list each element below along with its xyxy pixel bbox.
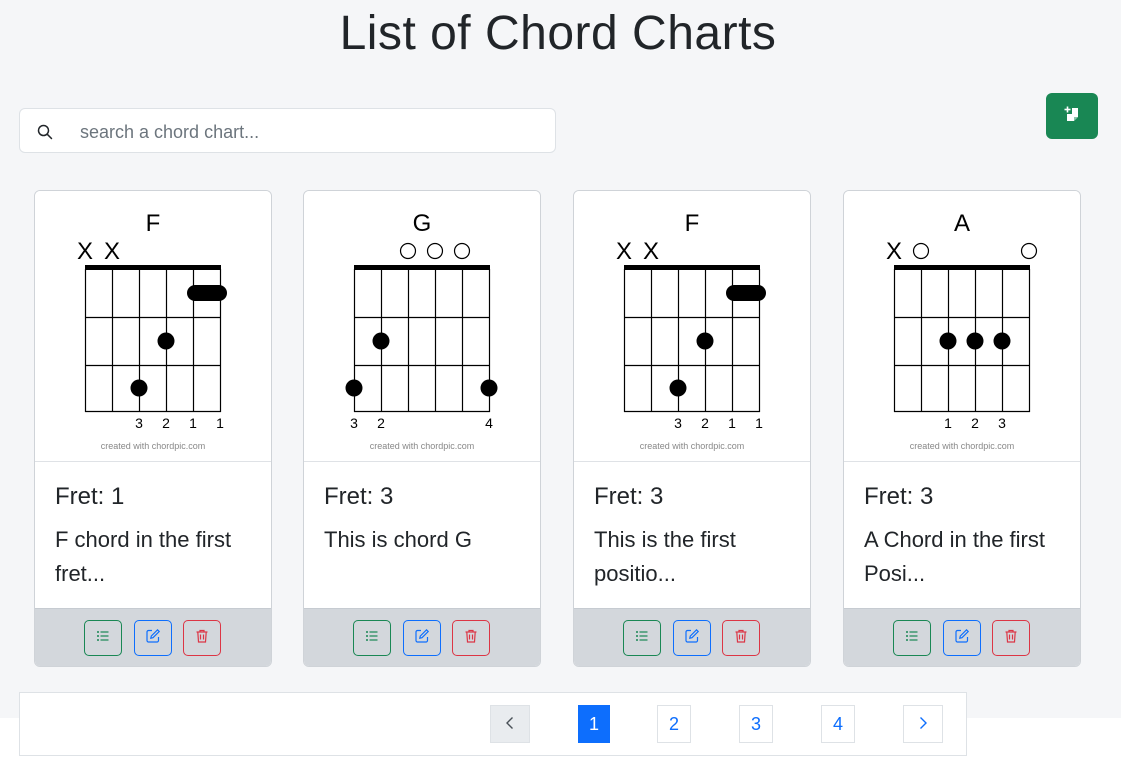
card-fret: Fret: 1 — [55, 483, 125, 510]
chord-diagram: F X X 3 2 1 1 created with chordpic.com — [35, 191, 271, 462]
pagination-page-3[interactable]: 3 — [739, 705, 773, 743]
delete-button[interactable] — [722, 620, 760, 656]
list-icon — [364, 628, 380, 649]
string-marker: X — [616, 238, 632, 265]
chord-name: F — [146, 210, 161, 237]
finger-label: 3 — [350, 415, 358, 431]
finger-label: 4 — [485, 415, 493, 431]
chord-card: A X 1 2 3 created with chordpic.com Fret… — [843, 190, 1081, 667]
delete-button[interactable] — [452, 620, 490, 656]
chord-card: G 3 2 4 created with chordpic.com Fret: … — [303, 190, 541, 667]
edit-icon — [145, 628, 161, 649]
delete-button[interactable] — [183, 620, 221, 656]
pagination-next[interactable] — [903, 705, 943, 743]
view-button[interactable] — [84, 620, 122, 656]
card-fret: Fret: 3 — [324, 483, 394, 510]
page-title: List of Chord Charts — [339, 7, 777, 60]
card-description: F chord in the first fret... — [55, 527, 232, 586]
delete-button[interactable] — [992, 620, 1030, 656]
chevron-right-icon — [916, 714, 930, 735]
string-marker: X — [886, 238, 902, 265]
finger-label: 1 — [755, 415, 763, 431]
string-marker: X — [104, 238, 120, 265]
search-input[interactable] — [78, 115, 542, 149]
finger-label: 2 — [971, 415, 979, 431]
search-icon — [37, 124, 53, 140]
list-icon — [634, 628, 650, 649]
card-fret: Fret: 3 — [594, 483, 664, 510]
finger-label: 1 — [216, 415, 224, 431]
edit-button[interactable] — [943, 620, 981, 656]
finger-label: 2 — [162, 415, 170, 431]
pagination-page-1[interactable]: 1 — [578, 705, 610, 743]
pagination-prev[interactable] — [490, 705, 530, 743]
card-footer — [304, 608, 540, 666]
view-button[interactable] — [893, 620, 931, 656]
card-description: A Chord in the first Posi... — [864, 527, 1045, 586]
finger-label: 1 — [944, 415, 952, 431]
card-footer — [574, 608, 810, 666]
chord-name: A — [954, 210, 970, 237]
add-chord-chart-button[interactable] — [1046, 93, 1098, 139]
add-chart-icon — [1062, 104, 1082, 129]
chord-diagram: F X X 3 2 1 1 created with chordpic.com — [574, 191, 810, 462]
edit-button[interactable] — [673, 620, 711, 656]
chord-diagram: A X 1 2 3 created with chordpic.com — [844, 191, 1080, 462]
chord-card: F X X 3 2 1 1 created with chordpic.com … — [573, 190, 811, 667]
card-description: This is chord G — [324, 527, 472, 552]
chord-card: F X X 3 2 1 1 created with chordpic.com … — [34, 190, 272, 667]
chord-name: G — [413, 210, 432, 237]
chevron-left-icon — [503, 714, 517, 735]
finger-label: 1 — [189, 415, 197, 431]
view-button[interactable] — [353, 620, 391, 656]
finger-label: 1 — [728, 415, 736, 431]
list-icon — [904, 628, 920, 649]
trash-icon — [194, 628, 210, 649]
finger-label: 2 — [701, 415, 709, 431]
edit-icon — [414, 628, 430, 649]
pagination-page-2[interactable]: 2 — [657, 705, 691, 743]
card-footer — [35, 608, 271, 666]
watermark: created with chordpic.com — [370, 441, 475, 451]
chord-diagram: G 3 2 4 created with chordpic.com — [304, 191, 540, 462]
pagination: 1 2 3 4 — [19, 692, 967, 756]
pagination-page-4[interactable]: 4 — [821, 705, 855, 743]
watermark: created with chordpic.com — [910, 441, 1015, 451]
list-icon — [95, 628, 111, 649]
search-box[interactable] — [19, 108, 556, 153]
edit-button[interactable] — [134, 620, 172, 656]
edit-button[interactable] — [403, 620, 441, 656]
watermark: created with chordpic.com — [101, 441, 206, 451]
string-marker: X — [77, 238, 93, 265]
edit-icon — [954, 628, 970, 649]
trash-icon — [1003, 628, 1019, 649]
view-button[interactable] — [623, 620, 661, 656]
watermark: created with chordpic.com — [640, 441, 745, 451]
trash-icon — [733, 628, 749, 649]
trash-icon — [463, 628, 479, 649]
card-description: This is the first positio... — [594, 527, 736, 586]
finger-label: 3 — [998, 415, 1006, 431]
card-fret: Fret: 3 — [864, 483, 934, 510]
string-marker: X — [643, 238, 659, 265]
edit-icon — [684, 628, 700, 649]
card-footer — [844, 608, 1080, 666]
chord-name: F — [685, 210, 700, 237]
finger-label: 3 — [674, 415, 682, 431]
finger-label: 3 — [135, 415, 143, 431]
finger-label: 2 — [377, 415, 385, 431]
